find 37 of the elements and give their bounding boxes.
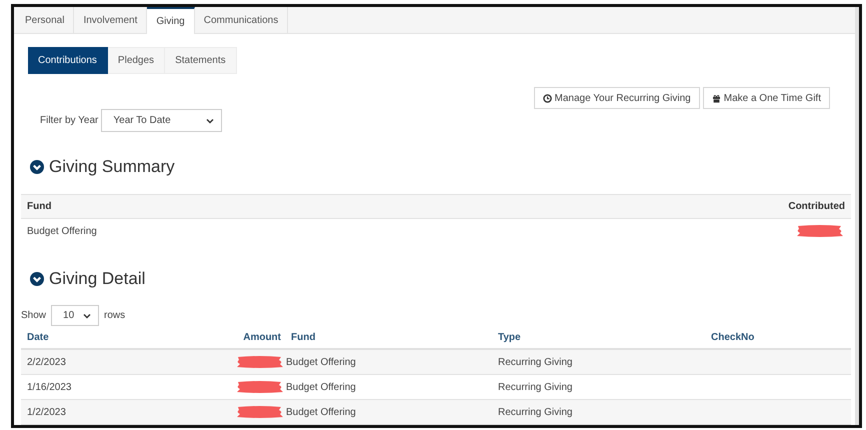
scrollbar[interactable] [855, 7, 862, 425]
chevron-down-icon[interactable] [30, 272, 44, 286]
table-cell: 1/16/2023 [27, 382, 72, 392]
filter-label: Filter by Year [40, 115, 98, 126]
table-cell: Budget Offering [286, 406, 356, 418]
subtab[interactable]: Pledges [108, 47, 166, 74]
caret-icon [206, 118, 214, 124]
action-button[interactable]: Manage Your Recurring Giving [534, 87, 700, 109]
table-cell: Recurring Giving [498, 382, 572, 392]
section-title: Giving Summary [49, 156, 175, 176]
column-header[interactable]: Type [498, 332, 521, 342]
action-button[interactable]: Make a One Time Gift [702, 87, 830, 109]
table-cell: Recurring Giving [498, 356, 572, 368]
show-label: Show [21, 310, 46, 321]
column-header[interactable]: Amount [243, 332, 281, 342]
page-size-dropdown[interactable]: 10 [51, 305, 100, 326]
table-cell: Budget Offering [286, 356, 356, 368]
table-cell: Recurring Giving [498, 406, 572, 418]
section-title: Giving Detail [49, 268, 146, 288]
gift-icon [712, 94, 721, 102]
caret-icon [83, 312, 92, 318]
column-header: Fund [27, 201, 52, 212]
table-cell: Budget Offering [286, 382, 356, 392]
table-cell: 1/2/2023 [27, 406, 66, 418]
column-header: Contributed [788, 201, 845, 212]
tab[interactable]: Giving [147, 7, 195, 34]
clock-icon [542, 94, 552, 102]
chevron-down-icon[interactable] [30, 160, 44, 174]
year-dropdown[interactable]: Year To Date [101, 109, 222, 132]
table-cell: 2/2/2023 [27, 356, 66, 368]
subtab[interactable]: Contributions [28, 47, 108, 74]
column-header[interactable]: Fund [291, 332, 316, 342]
table-cell: Budget Offering [27, 226, 97, 236]
column-header[interactable]: CheckNo [711, 332, 754, 342]
subtab[interactable]: Statements [165, 47, 237, 74]
column-header[interactable]: Date [27, 332, 49, 342]
rows-label: rows [104, 310, 126, 321]
